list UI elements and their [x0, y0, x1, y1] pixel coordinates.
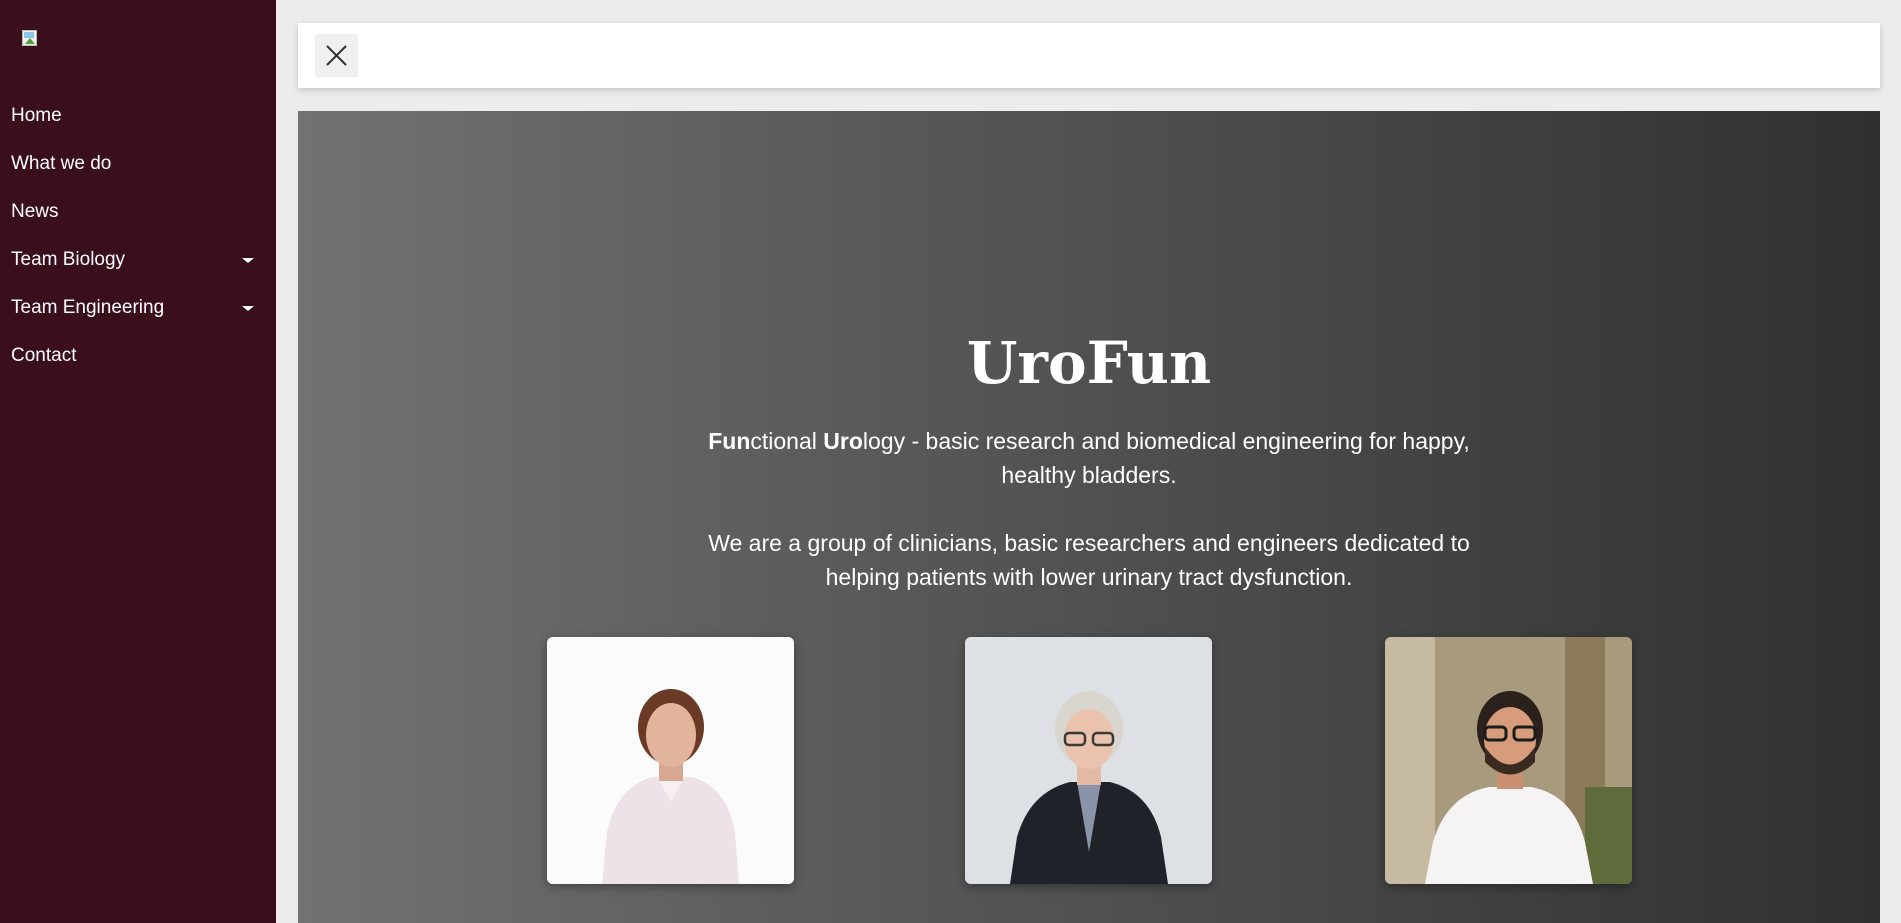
sidebar-item-label: Home	[11, 105, 62, 126]
person-photo-icon	[547, 637, 794, 884]
team-member-photo-3[interactable]	[1385, 637, 1632, 884]
chevron-down-icon[interactable]	[242, 306, 254, 311]
sidebar-item-label: Team Biology	[11, 249, 126, 270]
sidebar-item-news[interactable]: News	[0, 188, 276, 236]
sidebar-item-what-we-do[interactable]: What we do	[0, 140, 276, 188]
hero-tagline: Functional Urology - basic research and …	[708, 424, 1470, 492]
sidebar-item-team-biology[interactable]: Team Biology	[0, 236, 276, 284]
logo-image[interactable]	[22, 30, 39, 47]
hero-section: UroFun Functional Urology - basic resear…	[298, 111, 1880, 923]
page-title: UroFun	[966, 329, 1212, 397]
hero-description: We are a group of clinicians, basic rese…	[708, 530, 1470, 590]
sidebar-item-home[interactable]: Home	[0, 92, 276, 140]
tagline-text-2: logy - basic research and biomedical eng…	[862, 428, 1470, 488]
sidebar-nav: Home What we do News Team Biology Team E…	[0, 92, 276, 380]
sidebar-item-contact[interactable]: Contact	[0, 332, 276, 380]
person-photo-icon	[965, 637, 1212, 884]
team-member-photo-2[interactable]	[965, 637, 1212, 884]
tagline-bold-uro: Uro	[823, 428, 863, 454]
tagline-bold-fun: Fun	[708, 428, 751, 454]
team-member-photo-1[interactable]	[547, 637, 794, 884]
close-button[interactable]	[315, 34, 358, 77]
close-icon	[326, 45, 347, 66]
sidebar-item-team-engineering[interactable]: Team Engineering	[0, 284, 276, 332]
sidebar-item-label: Contact	[11, 345, 77, 366]
top-bar	[298, 23, 1880, 88]
sidebar-item-label: What we do	[11, 153, 112, 174]
tagline-text-1: ctional	[750, 428, 824, 454]
sidebar: Home What we do News Team Biology Team E…	[0, 0, 276, 923]
sidebar-item-label: News	[11, 201, 59, 222]
person-photo-icon	[1385, 637, 1632, 884]
sidebar-item-label: Team Engineering	[11, 297, 165, 318]
chevron-down-icon[interactable]	[242, 258, 254, 263]
